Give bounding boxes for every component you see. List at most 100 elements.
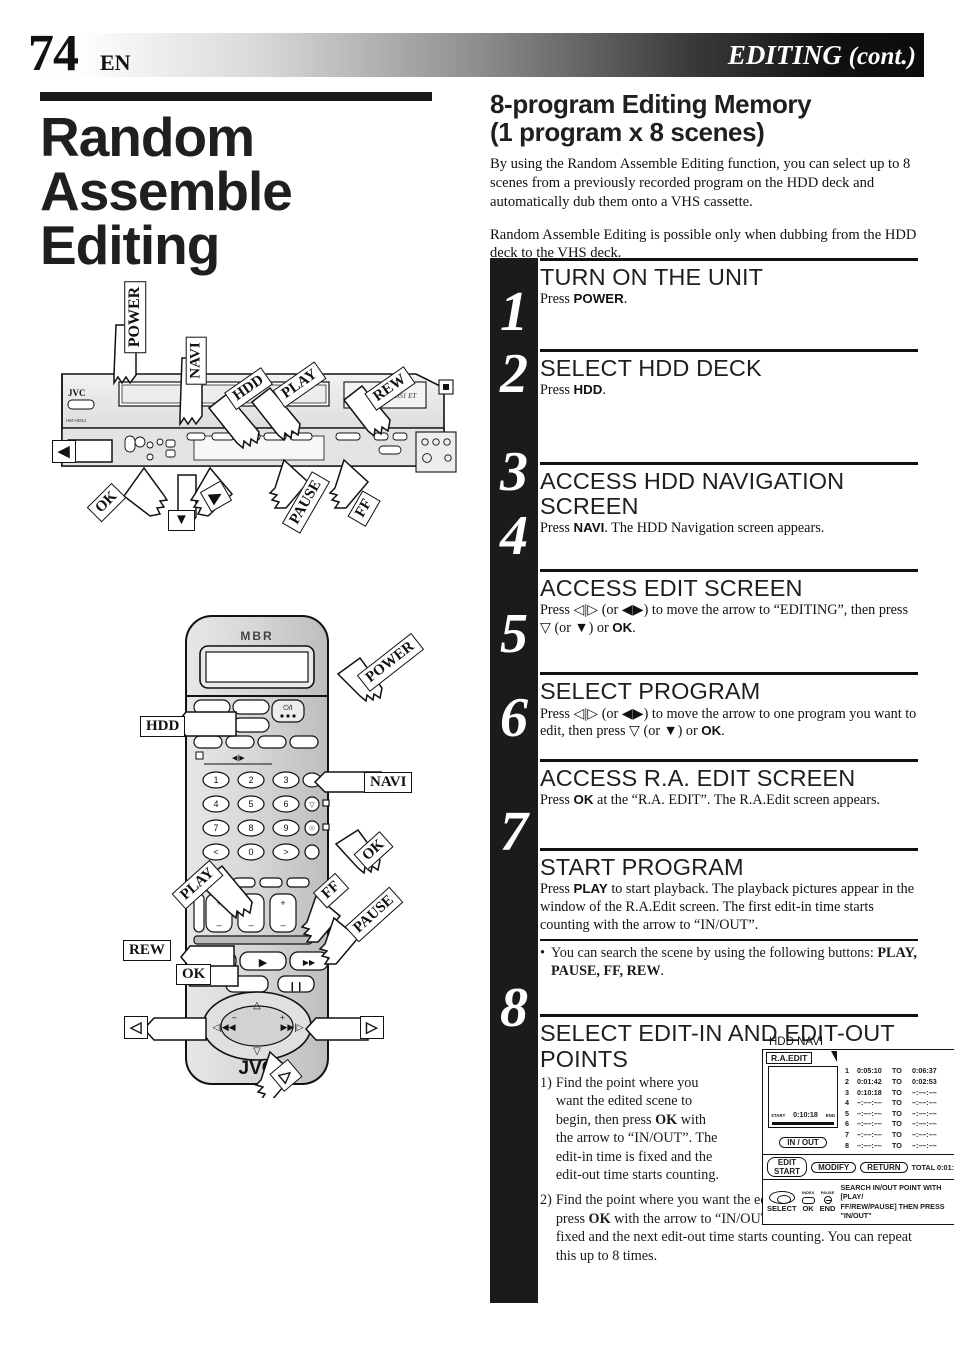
step-7-bullet-text: You can search the scene by using the fo… <box>551 945 918 981</box>
row-to-label: TO <box>892 1108 902 1118</box>
row-index: 3 <box>845 1087 849 1097</box>
step-5-body-key: OK <box>701 723 722 739</box>
step-5: SELECT PROGRAM Press ◁|▷ (or ◀▶) to move… <box>540 672 918 741</box>
step-7-title: START PROGRAM <box>540 853 744 880</box>
step-1-title: TURN ON THE UNIT <box>540 264 764 290</box>
step-5-body-post: . <box>721 723 725 740</box>
callout-navi: NAVI <box>185 336 207 385</box>
step-7-bullet-text-post: . <box>660 962 665 979</box>
step-3-rule <box>540 461 918 465</box>
ra-edit-screen-illustration: HDD NAVI R.A.EDIT START 0:10:18 END IN /… <box>762 1036 954 1225</box>
ok-hint: INDEX OK <box>801 1190 815 1213</box>
step-1: TURN ON THE UNIT Press POWER. <box>540 258 918 309</box>
step-1-rule <box>540 258 918 261</box>
step-7-body-key: PLAY <box>573 881 608 897</box>
table-row[interactable]: 7 –:––:–– TO –:––:–– <box>845 1130 950 1141</box>
row-edit-out: 0:02:53 <box>912 1077 937 1087</box>
preview-current-time: 0:10:18 <box>793 1110 818 1120</box>
page-title: Random Assemble Editing <box>40 106 460 273</box>
callout-left-arrow-icon: ◀ <box>52 440 76 463</box>
in-out-button[interactable]: IN / OUT <box>779 1137 827 1149</box>
page-title-line-1: Random <box>40 106 255 168</box>
table-row[interactable]: 6 –:––:–– TO –:––:–– <box>845 1119 950 1130</box>
step-number-8: 8 <box>500 977 528 1039</box>
remote-callout-left-arrow-icon: ◁ <box>124 1016 148 1039</box>
step-5-title: SELECT PROGRAM <box>540 678 761 705</box>
step-2: SELECT HDD DECK Press HDD. <box>540 348 918 400</box>
ra-edit-preview-column: START 0:10:18 END IN / OUT <box>768 1066 838 1151</box>
substep-1-marker: 1) <box>540 1074 552 1091</box>
remote-callout-right-arrow-icon: ▷ <box>360 1016 384 1039</box>
table-row[interactable]: 5 –:––:–– TO –:––:–– <box>845 1109 950 1120</box>
row-to-label: TO <box>892 1140 902 1150</box>
step-3: ACCESS HDD NAVIGATION SCREEN Press NAVI.… <box>540 461 918 538</box>
intro-paragraph-1: By using the Random Assemble Editing fun… <box>490 156 911 210</box>
step-7-bullet-rule <box>540 939 918 941</box>
total-time-label: TOTAL 0:01:50 <box>911 1162 954 1172</box>
header-section-title: EDITING (cont.) <box>728 40 916 71</box>
callout-power: POWER <box>124 280 147 354</box>
step-8-rule <box>540 1014 918 1018</box>
table-row[interactable]: 1 0:05:10 TO 0:06:37 <box>845 1066 950 1077</box>
step-2-title: SELECT HDD DECK <box>540 354 762 381</box>
step-7: START PROGRAM Press PLAY to start playba… <box>540 847 918 981</box>
step-6-body-pre: Press <box>540 792 574 809</box>
row-edit-in: –:––:–– <box>857 1108 882 1118</box>
row-edit-in: –:––:–– <box>857 1119 882 1129</box>
row-edit-in: 0:10:18 <box>857 1087 882 1097</box>
step-2-body-pre: Press <box>540 382 574 399</box>
edit-points-table: 1 0:05:10 TO 0:06:37 2 0:01:42 TO 0:02:5… <box>838 1066 950 1151</box>
step-3-title: ACCESS HDD NAVIGATION SCREEN <box>540 467 845 519</box>
remote-callout-ok-lower: OK <box>176 964 212 985</box>
row-edit-in: –:––:–– <box>857 1098 882 1108</box>
step-3-body-pre: Press <box>540 520 574 537</box>
step-4-body-key: OK <box>612 619 633 635</box>
table-row[interactable]: 4 –:––:–– TO –:––:–– <box>845 1098 950 1109</box>
step-number-4: 4 <box>500 505 528 567</box>
ra-edit-help-text: SEARCH IN/OUT POINT WITH [PLAY/ FF/REW/P… <box>840 1183 951 1220</box>
right-column: 8-program Editing Memory (1 program x 8 … <box>490 90 918 278</box>
table-row[interactable]: 3 0:10:18 TO –:––:–– <box>845 1088 950 1099</box>
edit-start-button[interactable]: EDIT START <box>767 1157 808 1178</box>
row-index: 4 <box>845 1098 849 1108</box>
step-6-body-key: OK <box>573 792 594 808</box>
row-edit-in: 0:01:42 <box>857 1077 882 1087</box>
help-text-line-1: SEARCH IN/OUT POINT WITH [PLAY/ <box>840 1183 942 1202</box>
modify-button[interactable]: MODIFY <box>811 1161 857 1173</box>
row-edit-in: 0:05:10 <box>857 1066 882 1076</box>
step-4-body-post: . <box>632 619 636 636</box>
title-rule <box>40 92 432 101</box>
step-3-body-key: NAVI <box>573 520 605 536</box>
remote-callout-hdd: HDD <box>140 716 186 737</box>
page-number: 74 <box>28 25 79 82</box>
step-7-body-pre: Press <box>540 881 574 898</box>
section-subtitle-line-1: 8-program Editing Memory <box>490 89 812 119</box>
step-1-body-pre: Press <box>540 291 574 308</box>
step-5-body-pre: Press ◁|▷ (or ◀▶) to move the arrow to o… <box>540 705 917 740</box>
table-row[interactable]: 8 –:––:–– TO –:––:–– <box>845 1141 950 1152</box>
ra-edit-button-row: EDIT START MODIFY RETURN TOTAL 0:01:50 <box>763 1154 954 1179</box>
step-1-body-post: . <box>623 291 628 308</box>
row-edit-in: –:––:–– <box>857 1129 882 1139</box>
end-hint-sublabel: PAUSE <box>820 1189 835 1195</box>
preview-progress-bar <box>772 1122 834 1126</box>
end-hint: PAUSE END <box>820 1189 836 1213</box>
ra-edit-body: START 0:10:18 END IN / OUT 1 0:05:10 TO … <box>763 1050 954 1154</box>
step-6-rule <box>540 759 918 763</box>
row-edit-out: –:––:–– <box>912 1108 937 1118</box>
step-4: ACCESS EDIT SCREEN Press ◁|▷ (or ◀▶) to … <box>540 568 918 638</box>
step-7-bullet: • You can search the scene by using the … <box>540 945 918 981</box>
page-title-line-2: Assemble <box>40 159 293 222</box>
table-row[interactable]: 2 0:01:42 TO 0:02:53 <box>845 1077 950 1088</box>
row-edit-out: 0:06:37 <box>912 1066 937 1076</box>
step-5-rule <box>540 672 918 676</box>
row-index: 6 <box>845 1119 849 1129</box>
step-2-body-post: . <box>602 382 606 399</box>
left-column: Random Assemble Editing <box>40 92 460 273</box>
ok-hint-label: OK <box>802 1203 814 1213</box>
ok-key-icon <box>801 1196 815 1204</box>
pause-key-icon <box>823 1195 832 1204</box>
step-7-rule <box>540 847 918 851</box>
row-index: 7 <box>845 1129 849 1139</box>
return-button[interactable]: RETURN <box>860 1161 908 1173</box>
